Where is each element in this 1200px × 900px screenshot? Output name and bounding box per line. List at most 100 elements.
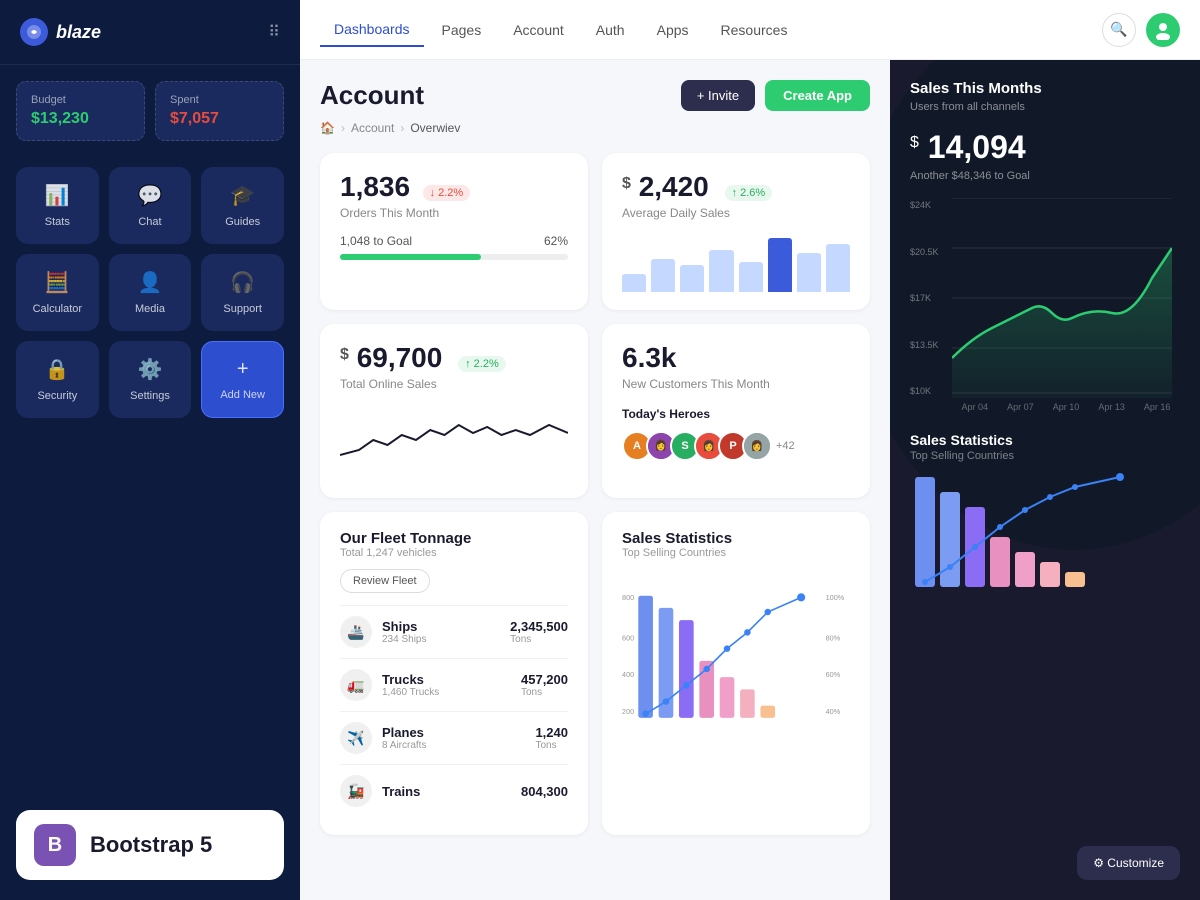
- budget-card: Budget $13,230: [16, 81, 145, 141]
- logo-icon: [20, 18, 48, 46]
- support-icon: 🎧: [230, 270, 255, 295]
- svg-text:60%: 60%: [826, 670, 841, 679]
- sidebar-item-media[interactable]: 👤 Media: [109, 254, 192, 331]
- sidebar-item-add-new[interactable]: + Add New: [201, 341, 284, 418]
- svg-text:👩: 👩: [751, 439, 763, 452]
- sidebar-item-stats[interactable]: 📊 Stats: [16, 167, 99, 244]
- user-avatar[interactable]: [1146, 13, 1180, 47]
- sales-stats-chart: 800 600 400 200 100% 80% 60% 40%: [622, 569, 850, 769]
- rp-title: Sales This Months: [910, 80, 1180, 97]
- create-app-button[interactable]: Create App: [765, 80, 870, 111]
- ships-unit: Tons: [510, 634, 568, 645]
- main-content: Dashboards Pages Account Auth Apps Resou…: [300, 0, 1200, 900]
- nav-resources[interactable]: Resources: [707, 14, 802, 46]
- new-customers-number: 6.3k: [622, 342, 677, 373]
- svg-text:400: 400: [622, 670, 634, 679]
- sidebar-item-chat[interactable]: 💬 Chat: [109, 167, 192, 244]
- breadcrumb-sep1: ›: [341, 121, 345, 135]
- x-label-1: Apr 04: [962, 402, 989, 412]
- planes-name: Planes: [382, 725, 426, 740]
- page-title: Account: [320, 80, 424, 111]
- new-customers-card: 6.3k New Customers This Month Today's He…: [602, 324, 870, 498]
- heroes-avatars: A 👩 S 👩 P 👩 +42: [622, 431, 850, 461]
- nav-dashboards[interactable]: Dashboards: [320, 13, 424, 47]
- sidebar-item-settings[interactable]: ⚙️ Settings: [109, 341, 192, 418]
- ships-value: 2,345,500: [510, 619, 568, 634]
- budget-value: $13,230: [31, 110, 130, 128]
- bar-2: [651, 259, 675, 292]
- customize-button[interactable]: ⚙ Customize: [1077, 846, 1180, 880]
- bar-8: [826, 244, 850, 292]
- online-sales-card: $ 69,700 ↑ 2.2% Total Online Sales: [320, 324, 588, 498]
- svg-text:👩: 👩: [703, 439, 715, 452]
- daily-sales-number: $ 2,420: [622, 171, 717, 202]
- chart-x-labels: Apr 04 Apr 07 Apr 10 Apr 13 Apr 16: [952, 402, 1180, 412]
- y-label-3: $17K: [910, 293, 946, 303]
- bar-6: [768, 238, 792, 292]
- rp-number: 14,094: [928, 129, 1026, 165]
- fleet-subtitle: Total 1,247 vehicles: [340, 547, 568, 559]
- spent-value: $7,057: [170, 110, 269, 128]
- budget-label: Budget: [31, 94, 130, 106]
- right-panel: Sales This Months Users from all channel…: [890, 60, 1200, 900]
- breadcrumb-sep2: ›: [400, 121, 404, 135]
- daily-sales-prefix: $: [622, 175, 631, 193]
- sidebar-guides-label: Guides: [225, 216, 260, 228]
- settings-icon: ⚙️: [138, 357, 163, 382]
- daily-sales-val: 2,420: [639, 171, 709, 202]
- daily-sales-badge: ↑ 2.6%: [725, 185, 773, 201]
- trains-name: Trains: [382, 784, 420, 799]
- right-stats-subtitle: Top Selling Countries: [910, 450, 1180, 462]
- search-button[interactable]: 🔍: [1102, 13, 1136, 47]
- topnav-right: 🔍: [1102, 13, 1180, 47]
- sidebar-item-guides[interactable]: 🎓 Guides: [201, 167, 284, 244]
- ships-icon: 🚢: [340, 616, 372, 648]
- page-header: Account + Invite Create App: [320, 80, 870, 111]
- trains-value: 804,300: [521, 784, 568, 799]
- online-sales-number: $ 69,700: [340, 342, 450, 373]
- online-sales-chart: [340, 405, 568, 480]
- sidebar-toggle-icon[interactable]: ⠿: [268, 22, 280, 42]
- bottom-grid: Our Fleet Tonnage Total 1,247 vehicles R…: [320, 512, 870, 835]
- bar-1: [622, 274, 646, 292]
- logo-text: blaze: [56, 22, 101, 43]
- sidebar-item-calculator[interactable]: 🧮 Calculator: [16, 254, 99, 331]
- logo: blaze: [20, 18, 101, 46]
- sidebar-chat-label: Chat: [138, 216, 161, 228]
- ships-name: Ships: [382, 619, 426, 634]
- breadcrumb-overview: Overwiev: [410, 121, 460, 135]
- nav-pages[interactable]: Pages: [428, 14, 496, 46]
- budget-row: Budget $13,230 Spent $7,057: [0, 65, 300, 157]
- spent-label: Spent: [170, 94, 269, 106]
- stats-icon: 📊: [45, 183, 70, 208]
- bootstrap-badge: B Bootstrap 5: [16, 810, 284, 880]
- fleet-row-trucks: 🚛 Trucks 1,460 Trucks 457,200 Tons: [340, 658, 568, 711]
- new-customers-label: New Customers This Month: [622, 377, 850, 391]
- review-fleet-button[interactable]: Review Fleet: [340, 569, 430, 593]
- invite-button[interactable]: + Invite: [681, 80, 755, 111]
- nav-auth[interactable]: Auth: [582, 14, 639, 46]
- nav-apps[interactable]: Apps: [643, 14, 703, 46]
- fleet-row-trains: 🚂 Trains 804,300: [340, 764, 568, 817]
- right-sales-stats: Sales Statistics Top Selling Countries: [910, 432, 1180, 597]
- orders-progress-row: 1,048 to Goal 62%: [340, 234, 568, 248]
- guides-icon: 🎓: [230, 183, 255, 208]
- sidebar-item-security[interactable]: 🔒 Security: [16, 341, 99, 418]
- trucks-unit: Tons: [521, 687, 568, 698]
- y-label-5: $10K: [910, 386, 946, 396]
- nav-account[interactable]: Account: [499, 14, 578, 46]
- sidebar-stats-label: Stats: [45, 216, 70, 228]
- topnav: Dashboards Pages Account Auth Apps Resou…: [300, 0, 1200, 60]
- breadcrumb-account[interactable]: Account: [351, 121, 394, 135]
- rp-goal-text: Another $48,346 to Goal: [910, 170, 1180, 182]
- fleet-row-ships: 🚢 Ships 234 Ships 2,345,500 Tons: [340, 605, 568, 658]
- sidebar-item-support[interactable]: 🎧 Support: [201, 254, 284, 331]
- trains-icon: 🚂: [340, 775, 372, 807]
- right-chart-container: $24K $20.5K $17K $13.5K $10K: [910, 198, 1180, 398]
- trucks-name: Trucks: [382, 672, 439, 687]
- sidebar-security-label: Security: [37, 390, 77, 402]
- rp-big-number: $ 14,094: [910, 129, 1180, 166]
- online-sales-badge: ↑ 2.2%: [458, 356, 506, 372]
- breadcrumb: 🏠 › Account › Overwiev: [320, 121, 870, 135]
- sidebar-header: blaze ⠿: [0, 0, 300, 65]
